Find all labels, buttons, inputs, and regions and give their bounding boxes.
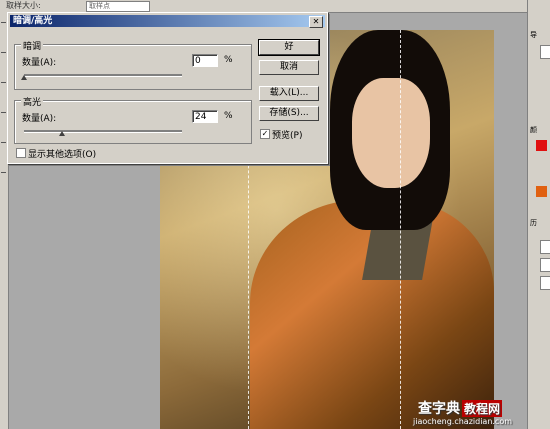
load-button[interactable]: 载入(L)... xyxy=(259,86,319,101)
tool-icon[interactable] xyxy=(1,112,6,113)
watermark-url: jiaocheng.chazidian.com xyxy=(413,417,513,426)
tool-icon[interactable] xyxy=(1,52,6,53)
selection-marquee-right xyxy=(400,30,401,429)
shadows-slider-thumb[interactable] xyxy=(21,75,27,80)
site-watermark: 查字典 教程网 xyxy=(418,398,503,418)
highlights-amount-slider[interactable] xyxy=(24,130,182,133)
shadow-highlight-dialog: 暗调/高光 ✕ 暗调 数量(A): 0 % 高光 数量(A): 24 % 显示其… xyxy=(7,12,328,164)
tool-icon[interactable] xyxy=(1,172,6,173)
preview-label: 预览(P) xyxy=(272,131,303,141)
palettes-panel: 导 颜 历 xyxy=(527,0,550,429)
highlights-percent-label: % xyxy=(224,111,233,121)
highlights-amount-label: 数量(A): xyxy=(22,114,57,124)
tool-icon[interactable] xyxy=(1,142,6,143)
shadows-amount-label: 数量(A): xyxy=(22,58,57,68)
dialog-titlebar[interactable]: 暗调/高光 ✕ xyxy=(10,15,325,28)
palette-field[interactable] xyxy=(540,276,550,290)
palette-field[interactable] xyxy=(540,258,550,272)
cancel-button[interactable]: 取消 xyxy=(259,60,319,75)
close-icon[interactable]: ✕ xyxy=(309,16,323,28)
palette-field[interactable] xyxy=(540,240,550,254)
save-button[interactable]: 存储(S)... xyxy=(259,106,319,121)
tool-icon[interactable] xyxy=(1,82,6,83)
sample-size-label: 取样大小: xyxy=(6,1,41,10)
shadows-percent-label: % xyxy=(224,55,233,65)
color-tab[interactable]: 颜 xyxy=(530,125,548,135)
preview-checkbox[interactable]: ✓ xyxy=(260,129,270,139)
highlights-amount-input[interactable]: 24 xyxy=(192,110,218,123)
watermark-badge: 教程网 xyxy=(462,400,503,417)
highlights-legend: 高光 xyxy=(21,95,44,108)
highlights-slider-thumb[interactable] xyxy=(58,131,65,136)
watermark-main-text: 查字典 xyxy=(418,401,460,417)
shadows-amount-slider[interactable] xyxy=(24,74,182,77)
shadows-legend: 暗调 xyxy=(21,39,44,52)
navigator-tab[interactable]: 导 xyxy=(530,30,548,40)
dialog-title: 暗调/高光 xyxy=(13,16,53,26)
history-tab[interactable]: 历 xyxy=(530,218,548,228)
show-more-options-checkbox[interactable] xyxy=(16,148,26,158)
background-color-swatch[interactable] xyxy=(536,186,547,197)
photo-face xyxy=(352,78,430,188)
tool-icon[interactable] xyxy=(1,22,6,23)
palette-field[interactable] xyxy=(540,45,550,59)
show-more-options-label: 显示其他选项(O) xyxy=(28,150,97,160)
sample-size-dropdown[interactable]: 取样点 xyxy=(86,1,150,12)
foreground-color-swatch[interactable] xyxy=(536,140,547,151)
shadows-amount-input[interactable]: 0 xyxy=(192,54,218,67)
ok-button[interactable]: 好 xyxy=(258,39,320,56)
